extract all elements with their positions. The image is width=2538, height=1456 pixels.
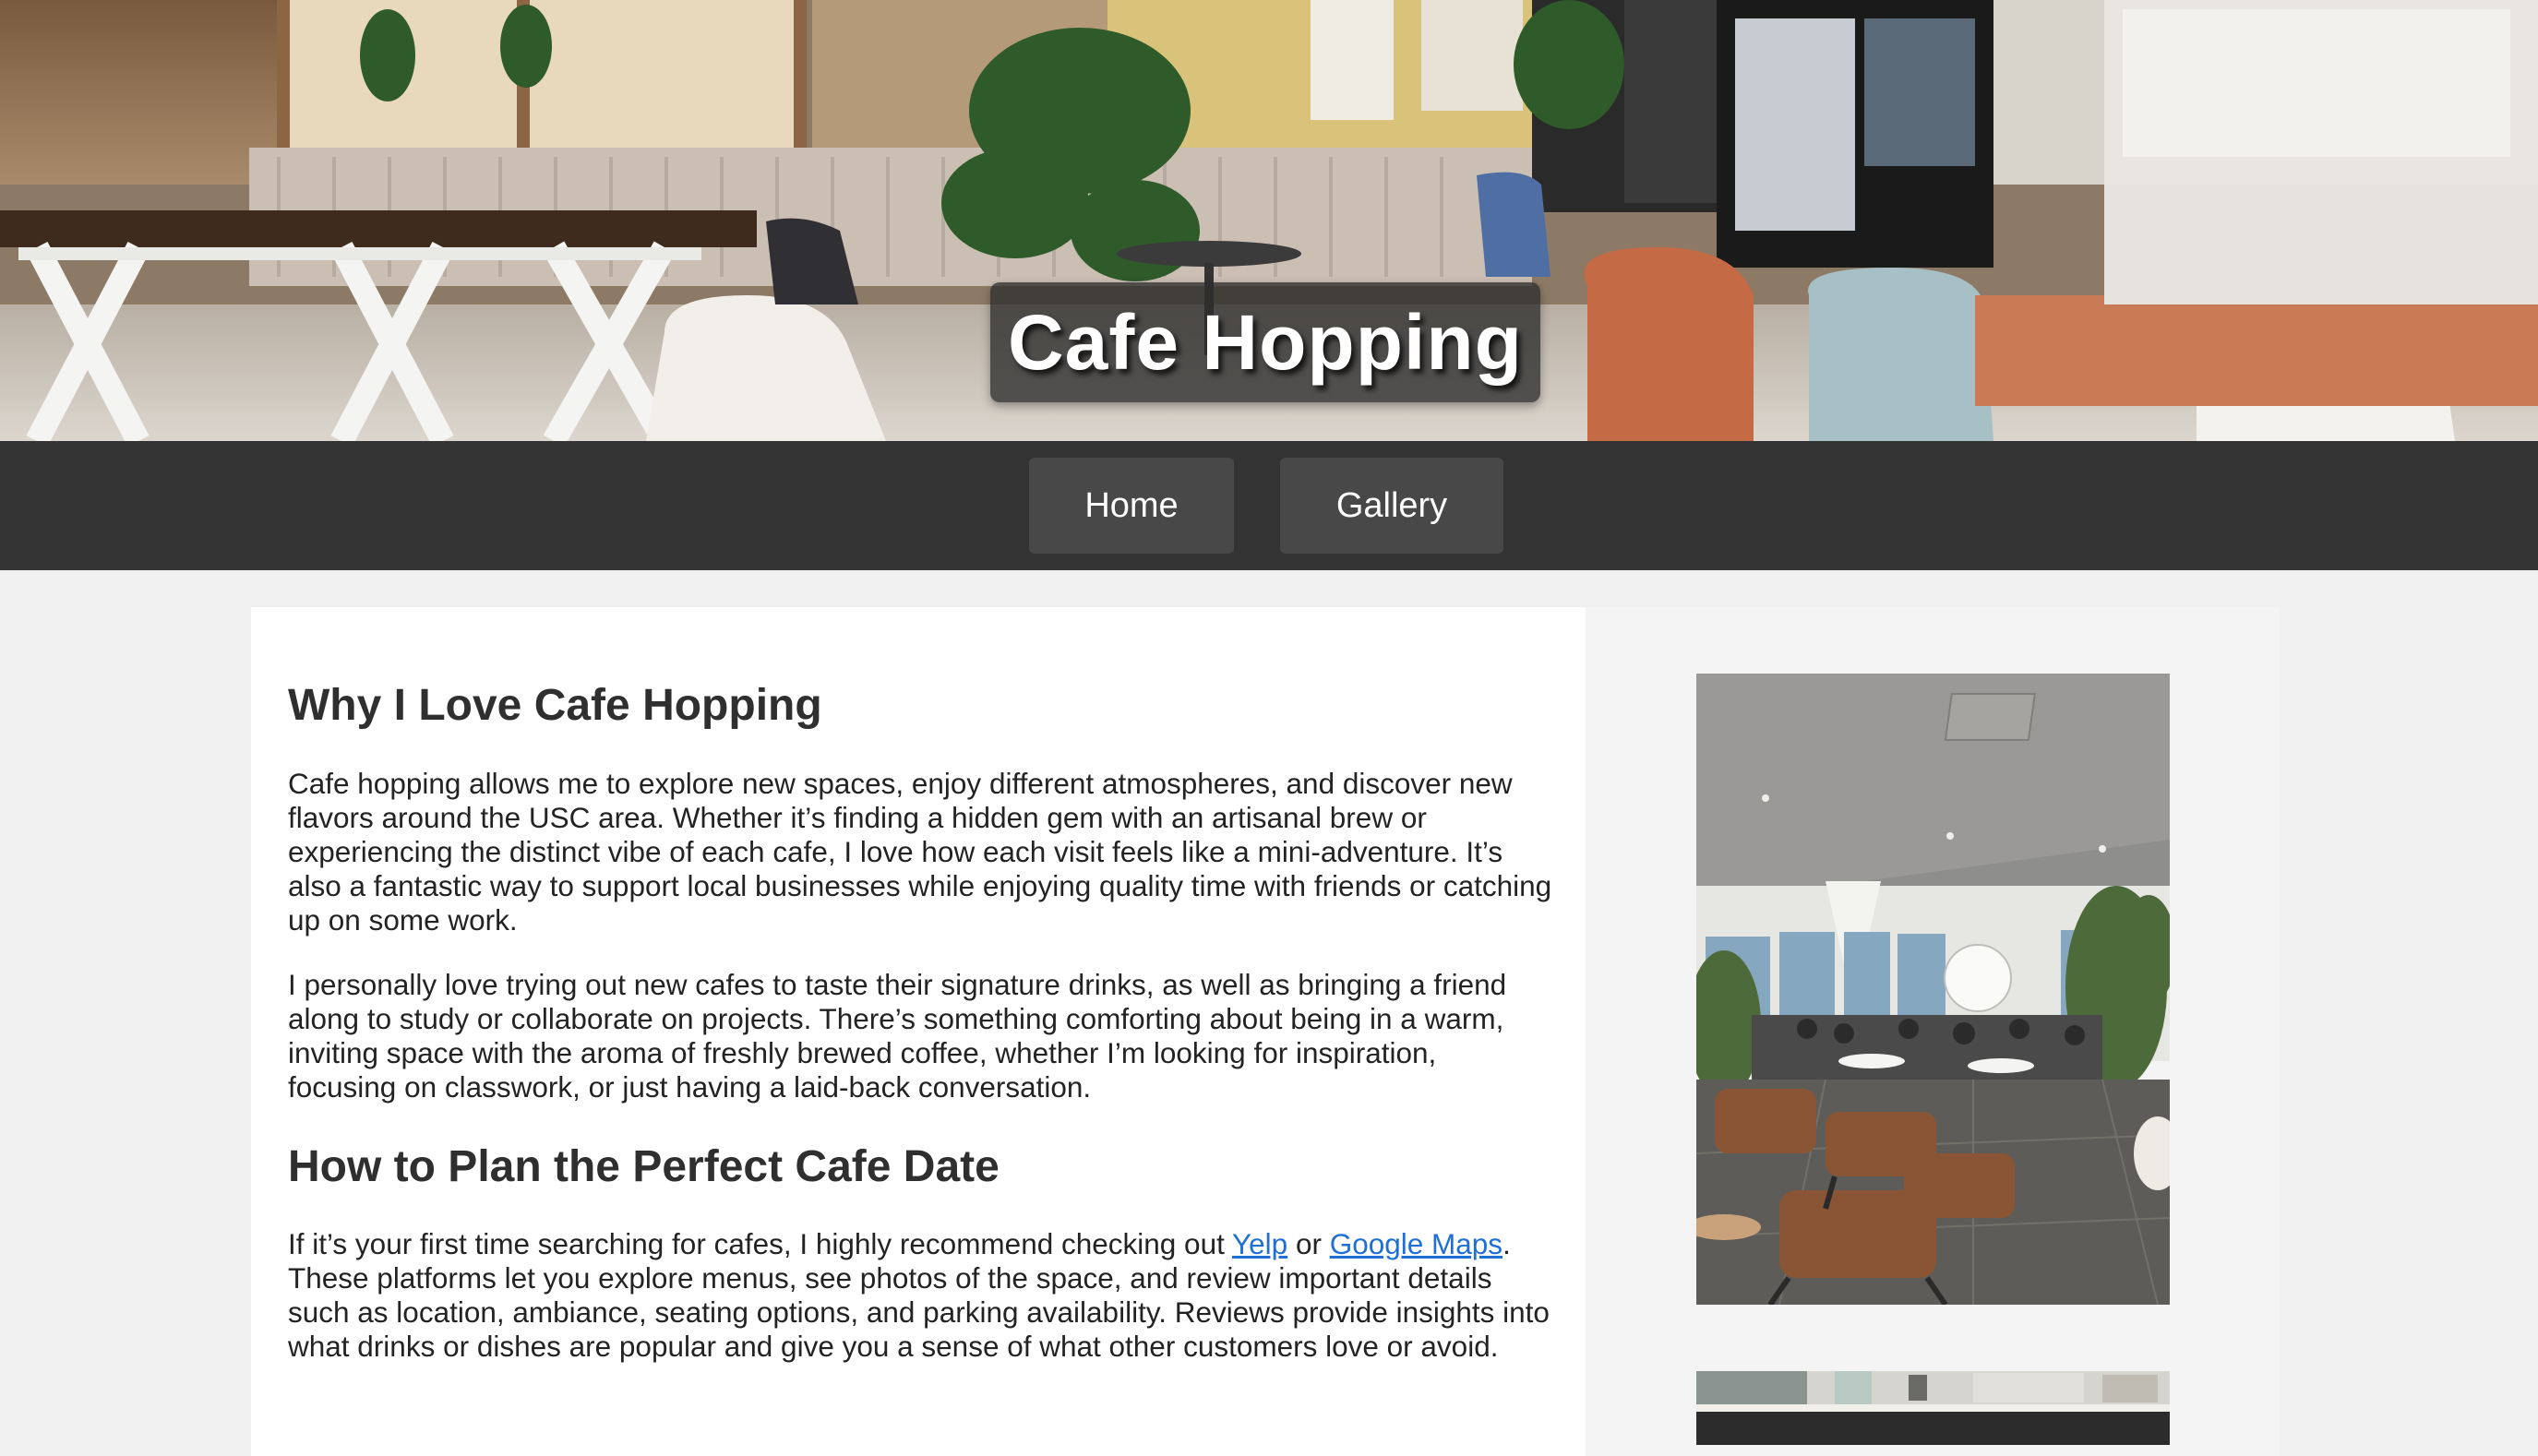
hero-banner: Cafe Hopping xyxy=(0,0,2538,441)
section-heading-plan-date: How to Plan the Perfect Cafe Date xyxy=(288,1142,1000,1191)
yelp-link[interactable]: Yelp xyxy=(1232,1227,1287,1260)
planning-text-before: If it’s your first time searching for ca… xyxy=(288,1227,1233,1260)
google-maps-link[interactable]: Google Maps xyxy=(1330,1227,1502,1260)
paragraph-planning: If it’s your first time searching for ca… xyxy=(288,1227,1552,1364)
nav-home-button[interactable]: Home xyxy=(1029,458,1234,554)
cafe-interior-photo xyxy=(1696,674,2170,1305)
article-content: Why I Love Cafe Hopping Cafe hopping all… xyxy=(251,607,1586,1456)
planning-text-between: or xyxy=(1287,1227,1330,1260)
paragraph-personal: I personally love trying out new cafes t… xyxy=(288,968,1507,1104)
main-nav: Home Gallery xyxy=(0,441,2538,570)
hero-title-box: Cafe Hopping xyxy=(990,282,1540,402)
paragraph-intro: Cafe hopping allows me to explore new sp… xyxy=(288,767,1552,937)
nav-gallery-button[interactable]: Gallery xyxy=(1280,458,1503,554)
photo-sidebar xyxy=(1586,607,2280,1456)
cafe-counter-photo xyxy=(1696,1371,2170,1445)
page-title: Cafe Hopping xyxy=(1008,298,1523,386)
section-heading-why-love: Why I Love Cafe Hopping xyxy=(288,681,822,730)
